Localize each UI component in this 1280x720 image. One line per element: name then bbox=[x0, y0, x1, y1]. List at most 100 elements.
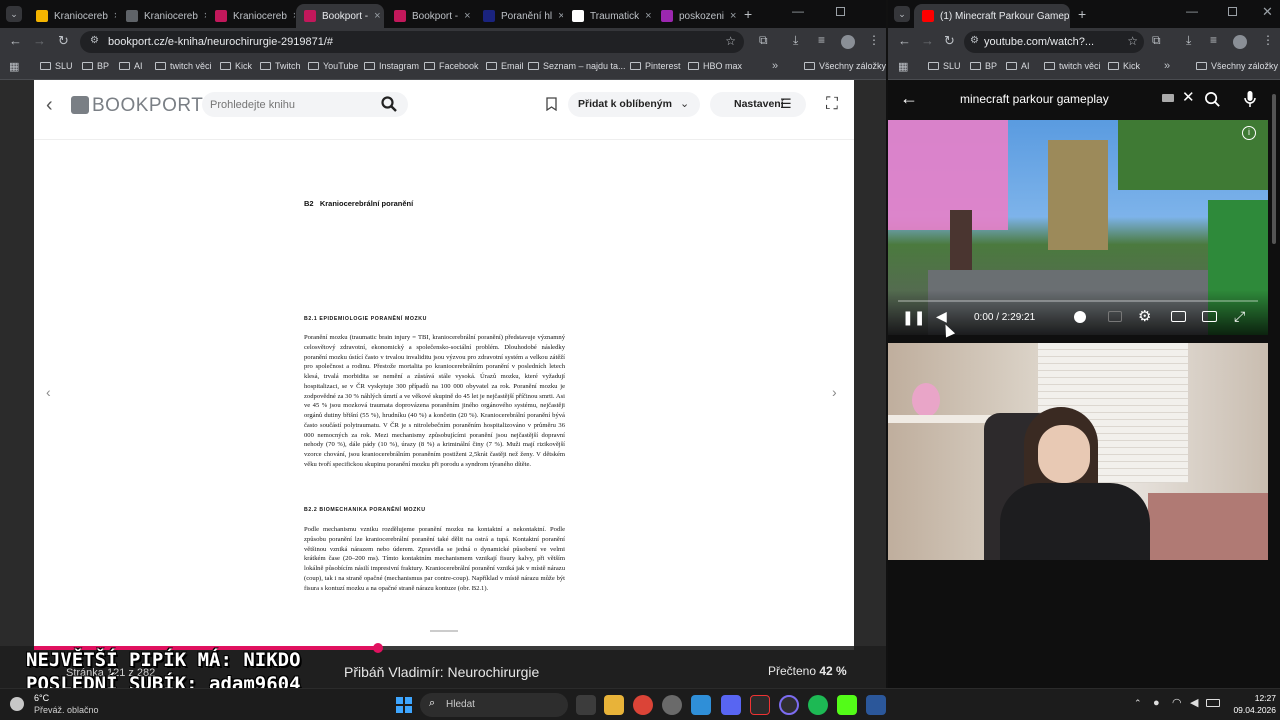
clock[interactable]: 12:27 09.04.2026 bbox=[1224, 692, 1276, 716]
add-favorite-button[interactable]: Přidat k oblíbeným ⌄ bbox=[568, 92, 700, 117]
bookmark-item[interactable]: twitch věci bbox=[155, 61, 212, 71]
forward-icon[interactable]: → bbox=[33, 33, 46, 48]
bookmark-item[interactable]: SLU bbox=[928, 61, 961, 71]
tray-chevron-icon[interactable]: ⌃ bbox=[1134, 698, 1142, 709]
spotify-icon[interactable] bbox=[808, 695, 828, 715]
extensions-icon[interactable]: ⧉ bbox=[1152, 33, 1161, 48]
minimize-button[interactable]: — bbox=[792, 4, 804, 18]
chrome-icon[interactable] bbox=[633, 695, 653, 715]
back-icon[interactable]: ← bbox=[898, 33, 911, 48]
close-tab-icon[interactable]: × bbox=[204, 10, 206, 22]
more-bookmarks-icon[interactable]: » bbox=[772, 60, 778, 72]
bookmark-item[interactable]: twitch věci bbox=[1044, 61, 1101, 71]
bookmark-star-icon[interactable]: ☆ bbox=[1127, 34, 1138, 48]
bookmark-item[interactable]: Instagram bbox=[364, 61, 419, 71]
volume-icon[interactable]: ◀ bbox=[936, 308, 947, 325]
next-page-arrow[interactable]: › bbox=[832, 384, 837, 400]
microphone-icon[interactable] bbox=[1244, 90, 1256, 108]
obs-icon[interactable] bbox=[779, 695, 799, 715]
bookmark-item[interactable]: Seznam – najdu ta... bbox=[528, 61, 626, 71]
progress-handle[interactable] bbox=[373, 643, 384, 653]
clear-search-icon[interactable]: ✕ bbox=[1182, 88, 1195, 106]
pause-icon[interactable]: ❚❚ bbox=[902, 309, 925, 326]
media-icon[interactable]: ≡ bbox=[818, 33, 825, 47]
bookmark-item[interactable]: AI bbox=[1006, 61, 1030, 71]
photos-icon[interactable] bbox=[691, 695, 711, 715]
cast-icon[interactable] bbox=[1202, 311, 1217, 322]
task-view-icon[interactable] bbox=[576, 695, 596, 715]
apps-icon[interactable]: ▦ bbox=[898, 60, 908, 73]
chevron-down-icon[interactable]: ⌄ bbox=[680, 97, 689, 110]
tray-volume-icon[interactable]: ◀ bbox=[1190, 696, 1198, 709]
browser-tab[interactable]: Bookport - × bbox=[386, 4, 474, 28]
forward-icon[interactable]: → bbox=[921, 33, 934, 48]
tab-search-icon[interactable]: ⌄ bbox=[894, 6, 910, 22]
weather-widget[interactable]: 6°C Převáž. oblačno bbox=[10, 693, 130, 717]
new-tab-button[interactable]: + bbox=[1078, 6, 1086, 22]
game-app-icon[interactable] bbox=[750, 695, 770, 715]
discord-icon[interactable] bbox=[721, 695, 741, 715]
search-icon[interactable] bbox=[380, 95, 398, 113]
close-tab-icon[interactable]: × bbox=[645, 10, 651, 22]
yt-search-icon[interactable] bbox=[1204, 91, 1221, 108]
bookmark-item[interactable]: HBO max bbox=[688, 61, 742, 71]
bookmark-item[interactable]: BP bbox=[82, 61, 109, 71]
reload-icon[interactable]: ↻ bbox=[58, 33, 69, 49]
browser-tab[interactable]: Kraniocereb × bbox=[28, 4, 116, 28]
bookmark-item[interactable]: Kick bbox=[220, 61, 252, 71]
back-arrow-icon[interactable]: ‹ bbox=[46, 94, 53, 117]
tray-mic-icon[interactable]: ● bbox=[1153, 697, 1160, 709]
keyboard-icon[interactable] bbox=[1162, 94, 1174, 102]
yt-back-icon[interactable]: ← bbox=[900, 88, 918, 109]
kick-icon[interactable] bbox=[837, 695, 857, 715]
bookmark-star-icon[interactable]: ☆ bbox=[725, 34, 736, 48]
tab-search-icon[interactable]: ⌄ bbox=[6, 6, 22, 22]
browser-tab[interactable]: Traumatick × bbox=[564, 4, 652, 28]
file-explorer-icon[interactable] bbox=[604, 695, 624, 715]
close-tab-icon[interactable]: × bbox=[293, 10, 295, 22]
fullscreen-icon[interactable]: ⛶ bbox=[826, 94, 838, 114]
bookmark-item[interactable]: Twitch bbox=[260, 61, 301, 71]
all-bookmarks-folder[interactable]: Všechny záložky bbox=[1196, 61, 1278, 71]
all-bookmarks-folder[interactable]: Všechny záložky bbox=[804, 61, 886, 71]
miniplayer-icon[interactable] bbox=[1171, 311, 1186, 322]
browser-tab[interactable]: poskozeni × bbox=[653, 4, 741, 28]
download-icon[interactable]: ⤓ bbox=[1186, 33, 1191, 48]
profile-avatar[interactable] bbox=[1233, 35, 1247, 49]
close-tab-icon[interactable]: × bbox=[464, 10, 470, 22]
browser-tab[interactable]: Poranění hl × bbox=[475, 4, 563, 28]
video-info-icon[interactable]: i bbox=[1242, 126, 1256, 140]
bookmark-item[interactable]: Facebook bbox=[424, 61, 479, 71]
browser-tab[interactable]: Bookport - × bbox=[296, 4, 384, 28]
bookmark-item[interactable]: YouTube bbox=[308, 61, 358, 71]
bookmark-item[interactable]: BP bbox=[970, 61, 997, 71]
settings-button[interactable]: Nastavení ☰ bbox=[710, 92, 806, 117]
close-tab-icon[interactable]: × bbox=[558, 10, 563, 22]
bookmark-item[interactable]: Kick bbox=[1108, 61, 1140, 71]
book-search-input[interactable] bbox=[210, 96, 370, 113]
site-info-icon[interactable]: ⚙ bbox=[90, 35, 99, 46]
settings-app-icon[interactable] bbox=[662, 695, 682, 715]
menu-icon[interactable]: ⋮ bbox=[868, 33, 880, 47]
autoplay-toggle[interactable] bbox=[1074, 311, 1086, 323]
profile-avatar[interactable] bbox=[841, 35, 855, 49]
browser-tab[interactable]: Kraniocereb × bbox=[207, 4, 295, 28]
prev-page-arrow[interactable]: ‹ bbox=[46, 384, 51, 400]
yt-search-box[interactable]: minecraft parkour gameplay ✕ bbox=[950, 86, 1202, 112]
bookmark-item[interactable]: AI bbox=[119, 61, 143, 71]
bookmark-item[interactable]: Pinterest bbox=[630, 61, 681, 71]
settings-gear-icon[interactable]: ⚙ bbox=[1138, 307, 1151, 325]
browser-tab[interactable]: Kraniocereb × bbox=[118, 4, 206, 28]
reload-icon[interactable]: ↻ bbox=[944, 33, 955, 49]
subtitles-icon[interactable] bbox=[1108, 311, 1122, 322]
close-tab-icon[interactable]: × bbox=[114, 10, 116, 22]
address-bar[interactable]: ⚙ bookport.cz/e-kniha/neurochirurgie-291… bbox=[80, 31, 744, 53]
site-info-icon[interactable]: ⚙ bbox=[970, 35, 979, 46]
back-icon[interactable]: ← bbox=[9, 33, 22, 48]
start-button[interactable] bbox=[396, 697, 412, 713]
word-icon[interactable] bbox=[866, 695, 886, 715]
yt-scrollbar[interactable] bbox=[1272, 94, 1276, 244]
maximize-button[interactable] bbox=[1228, 7, 1237, 16]
address-bar[interactable]: ⚙ youtube.com/watch?... ☆ bbox=[964, 31, 1144, 53]
bookmark-icon[interactable] bbox=[546, 97, 557, 111]
